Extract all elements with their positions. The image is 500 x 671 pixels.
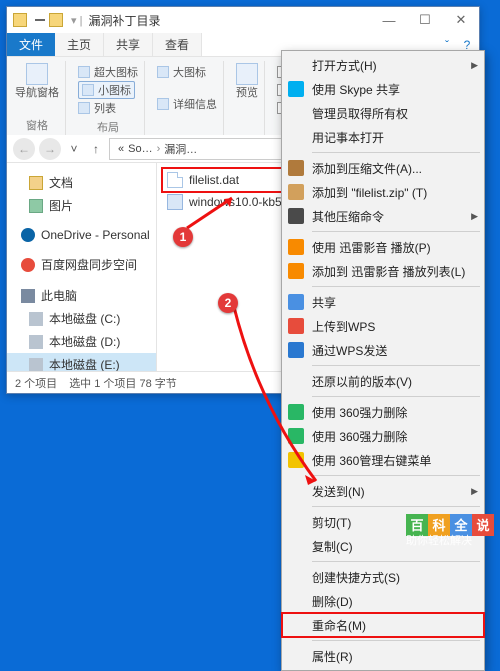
ctx-wps-upload[interactable]: 上传到WPS — [282, 314, 484, 338]
archive-icon — [288, 160, 304, 176]
nav-onedrive[interactable]: OneDrive - Personal — [7, 225, 156, 245]
ribbon-panes-section: 导航窗格 窗格 — [11, 61, 66, 135]
skype-icon — [288, 81, 304, 97]
qat-dropdown-icon[interactable]: ▾ | — [71, 14, 82, 27]
ribbon-layout-section: 超大图标 小图标 列表 布局 — [74, 61, 145, 135]
annotation-badge-1: 1 — [173, 227, 193, 247]
ctx-skype-share[interactable]: 使用 Skype 共享 — [282, 77, 484, 101]
recent-dropdown-icon[interactable]: ˅ — [65, 142, 83, 156]
nav-baidu[interactable]: 百度网盘同步空间 — [7, 253, 156, 276]
layout-small[interactable]: 小图标 — [78, 81, 135, 99]
tab-file[interactable]: 文件 — [7, 33, 55, 56]
ctx-notepad[interactable]: 用记事本打开 — [282, 125, 484, 149]
thunder-list-icon — [288, 263, 304, 279]
tab-share[interactable]: 共享 — [104, 33, 153, 56]
nav-drive-e[interactable]: 本地磁盘 (E:) — [7, 353, 156, 371]
ctx-360-force-del[interactable]: 使用 360强力删除 — [282, 424, 484, 448]
ctx-separator — [312, 365, 480, 366]
back-button[interactable]: ← — [13, 138, 35, 160]
ctx-add-archive[interactable]: 添加到压缩文件(A)... — [282, 156, 484, 180]
status-selected: 选中 1 个项目 78 字节 — [69, 375, 177, 391]
ctx-thunder-list[interactable]: 添加到 迅雷影音 播放列表(L) — [282, 259, 484, 283]
section-label-panes: 窗格 — [26, 115, 48, 135]
section-label-layout: 布局 — [97, 117, 119, 137]
annotation-badge-2: 2 — [218, 293, 238, 313]
layout-details[interactable]: 详细信息 — [157, 95, 217, 113]
ctx-add-zip[interactable]: 添加到 "filelist.zip" (T) — [282, 180, 484, 204]
layout-large[interactable]: 大图标 — [157, 63, 206, 81]
ctx-send-to[interactable]: 发送到(N) — [282, 479, 484, 503]
ctx-shortcut[interactable]: 创建快捷方式(S) — [282, 565, 484, 589]
file-icon — [167, 172, 183, 188]
preview-button[interactable]: 预览 — [236, 63, 258, 99]
ribbon-layout2: 大图标 — 详细信息 — [153, 61, 224, 135]
ctx-thunder-play[interactable]: 使用 迅雷影音 播放(P) — [282, 235, 484, 259]
ctx-open-with[interactable]: 打开方式(H) — [282, 53, 484, 77]
ctx-delete[interactable]: 删除(D) — [282, 589, 484, 613]
ctx-restore-prev[interactable]: 还原以前的版本(V) — [282, 369, 484, 393]
ctx-admin-own[interactable]: 管理员取得所有权 — [282, 101, 484, 125]
qat-separator — [35, 19, 45, 21]
breadcrumb-1[interactable]: So… — [128, 143, 152, 155]
nav-pictures[interactable]: 图片 — [7, 194, 156, 217]
ctx-properties[interactable]: 属性(R) — [282, 644, 484, 668]
status-item-count: 2 个项目 — [15, 375, 57, 391]
minimize-button[interactable]: — — [371, 7, 407, 33]
cab-icon — [167, 194, 183, 210]
breadcrumb-2[interactable]: 漏洞… — [164, 141, 197, 157]
nav-drive-c[interactable]: 本地磁盘 (C:) — [7, 307, 156, 330]
ctx-separator — [312, 475, 480, 476]
tab-home[interactable]: 主页 — [55, 33, 104, 56]
navigation-pane[interactable]: 文档 图片 OneDrive - Personal 百度网盘同步空间 此电脑 本… — [7, 163, 157, 371]
ctx-rename[interactable]: 重命名(M) — [282, 613, 484, 637]
360-icon — [288, 404, 304, 420]
zip-icon — [288, 184, 304, 200]
wps-send-icon — [288, 342, 304, 358]
nav-thispc[interactable]: 此电脑 — [7, 284, 156, 307]
watermark-subtitle: 助你轻松解决 — [406, 536, 494, 547]
nav-pane-icon — [26, 63, 48, 85]
360-del-icon — [288, 428, 304, 444]
forward-button[interactable]: → — [39, 138, 61, 160]
ctx-separator — [312, 152, 480, 153]
watermark: 百 科 全 说 助你轻松解决 — [406, 514, 494, 547]
360-menu-icon — [288, 452, 304, 468]
nav-drive-d[interactable]: 本地磁盘 (D:) — [7, 330, 156, 353]
ribbon-preview-section: 预览 — [232, 61, 265, 135]
ctx-separator — [312, 561, 480, 562]
maximize-button[interactable]: ☐ — [407, 7, 443, 33]
compress-icon — [288, 208, 304, 224]
ctx-separator — [312, 396, 480, 397]
ctx-separator — [312, 640, 480, 641]
ctx-share[interactable]: 共享 — [282, 290, 484, 314]
layout-list[interactable]: 列表 — [78, 99, 116, 117]
nav-documents[interactable]: 文档 — [7, 171, 156, 194]
thunder-icon — [288, 239, 304, 255]
ctx-wps-send[interactable]: 通过WPS发送 — [282, 338, 484, 362]
nav-pane-button[interactable]: 导航窗格 — [15, 63, 59, 99]
ctx-360-menu[interactable]: 使用 360管理右键菜单 — [282, 448, 484, 472]
layout-xlarge[interactable]: 超大图标 — [78, 63, 138, 81]
wps-upload-icon — [288, 318, 304, 334]
folder-icon — [13, 13, 27, 27]
ctx-other-compress[interactable]: 其他压缩命令 — [282, 204, 484, 228]
window-title: 漏洞补丁目录 — [88, 12, 371, 29]
ctx-separator — [312, 506, 480, 507]
titlebar[interactable]: ▾ | 漏洞补丁目录 — ☐ ✕ — [7, 7, 479, 33]
preview-icon — [236, 63, 258, 85]
watermark-logo: 百 科 全 说 — [406, 514, 494, 536]
tab-view[interactable]: 查看 — [153, 33, 202, 56]
ctx-separator — [312, 286, 480, 287]
context-menu[interactable]: 打开方式(H) 使用 Skype 共享 管理员取得所有权 用记事本打开 添加到压… — [281, 50, 485, 671]
share-icon — [288, 294, 304, 310]
close-button[interactable]: ✕ — [443, 7, 479, 33]
ctx-separator — [312, 231, 480, 232]
up-button[interactable]: ↑ — [87, 142, 105, 156]
ctx-360-occupy[interactable]: 使用 360强力删除 — [282, 400, 484, 424]
folder-context-icon — [49, 13, 63, 27]
